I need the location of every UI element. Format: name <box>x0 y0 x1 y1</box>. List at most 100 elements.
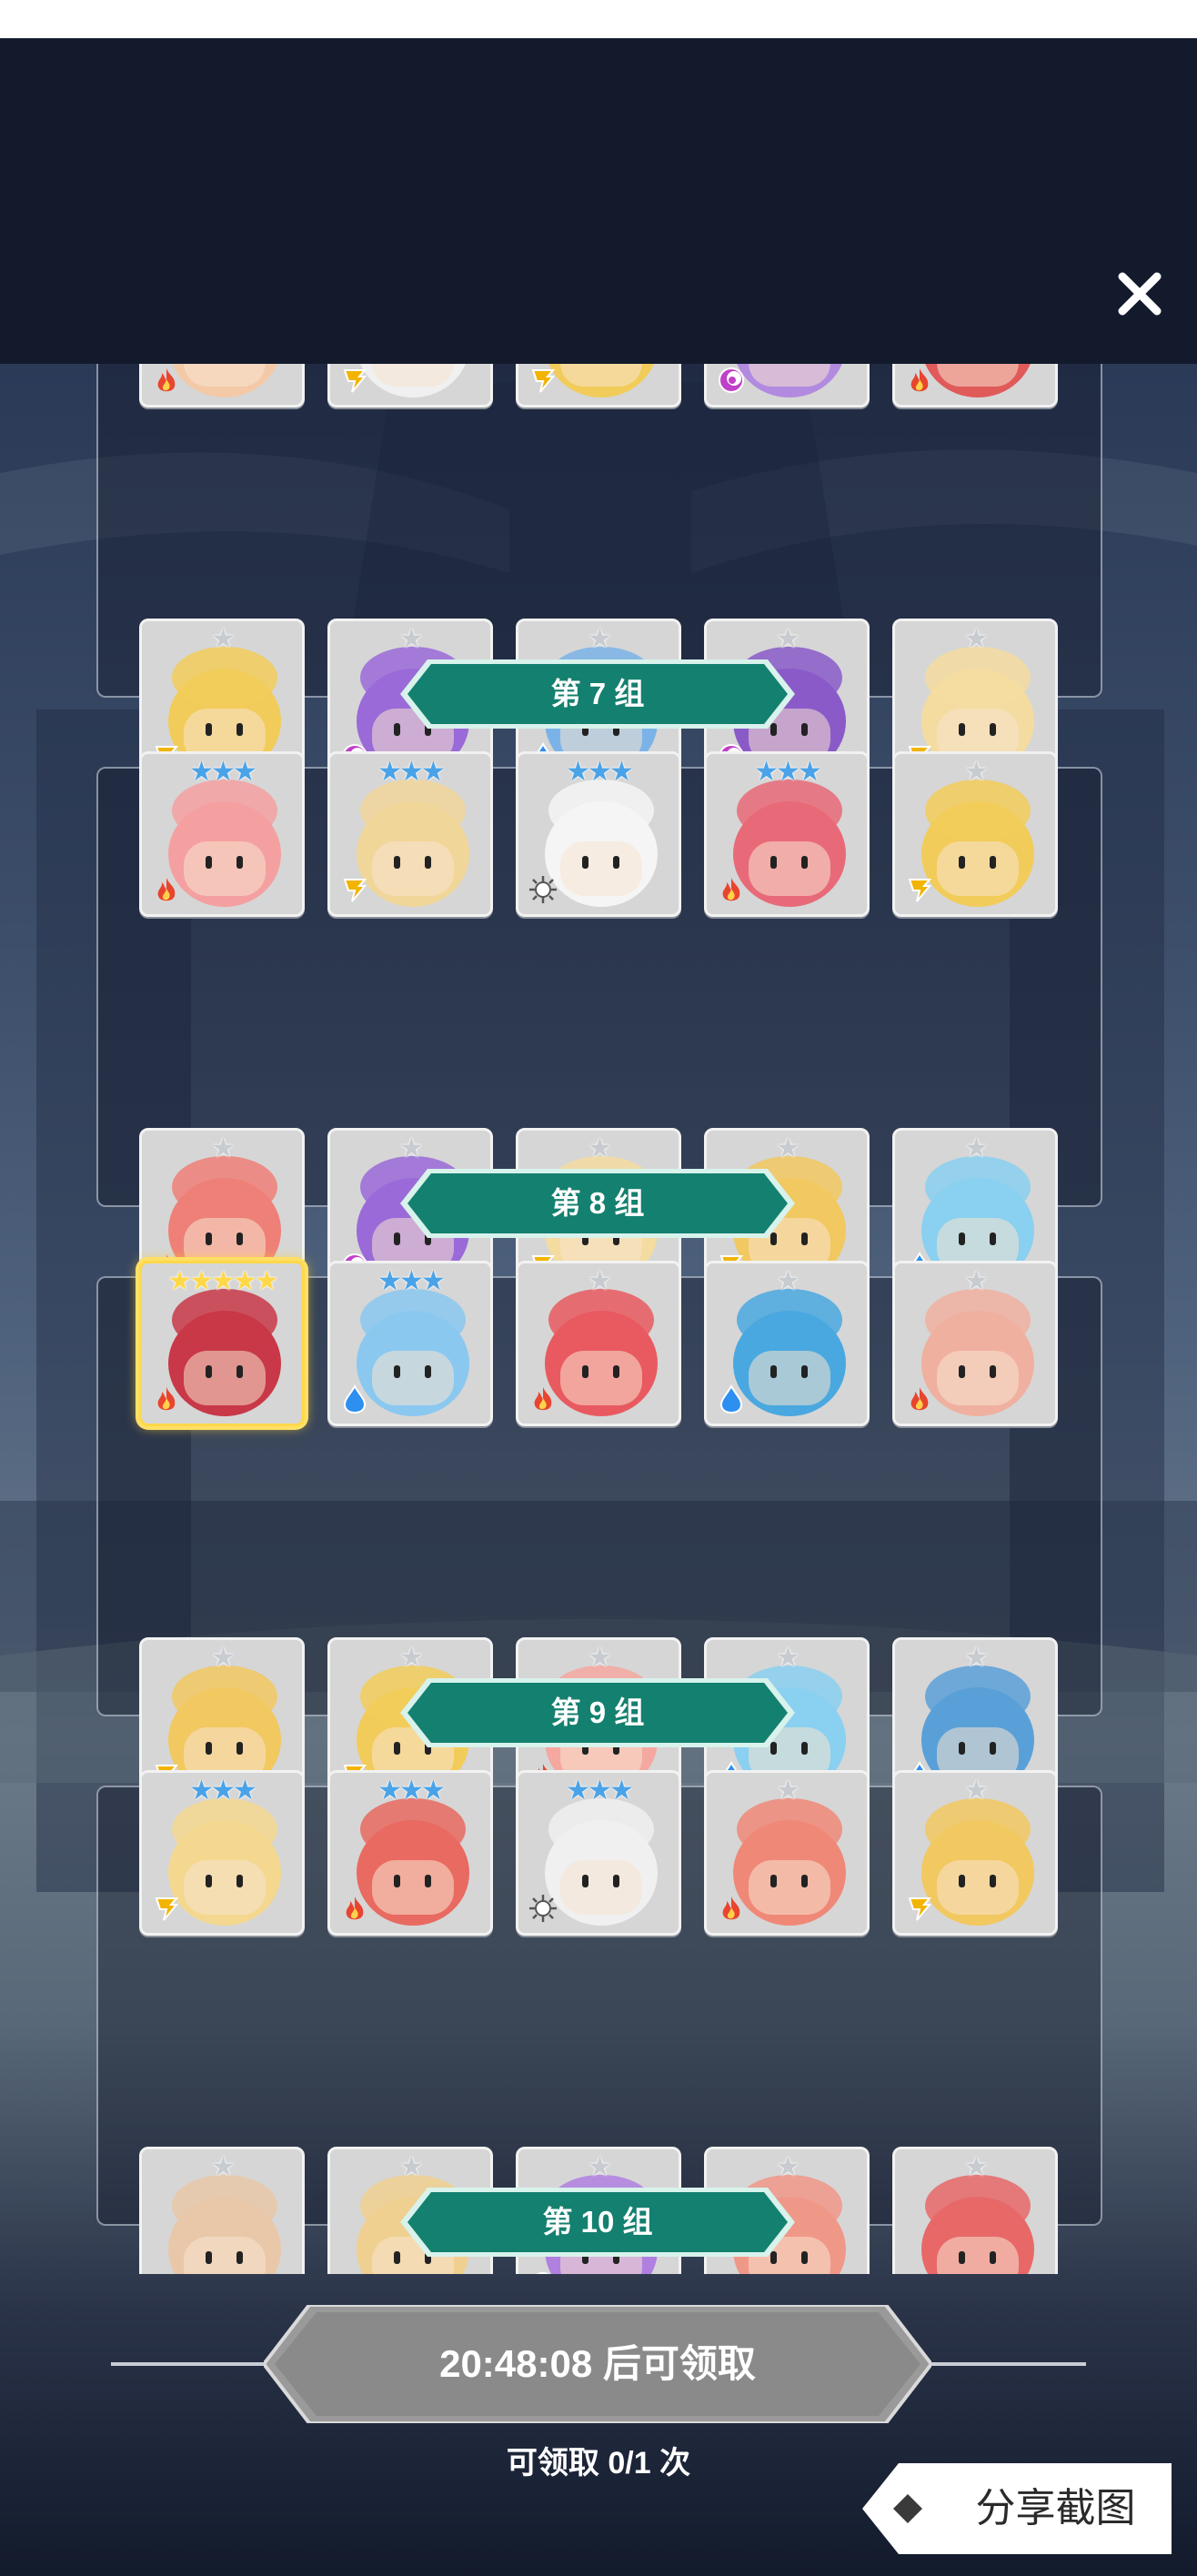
star-rating: ★★★ <box>377 1776 446 1806</box>
hero-card[interactable]: ★ <box>892 2147 1058 2274</box>
hero-card[interactable]: ★ <box>892 751 1058 917</box>
star-rating: ★ <box>399 624 424 654</box>
hero-card[interactable]: ★★★ <box>327 1770 493 1936</box>
star-rating: ★ <box>399 2152 424 2182</box>
hero-card[interactable]: ★ <box>516 1261 681 1426</box>
status-bar <box>0 0 1197 38</box>
fire-element-icon <box>151 365 182 396</box>
lightning-element-icon <box>904 1893 935 1924</box>
star-rating: ★★★ <box>754 757 822 787</box>
star-rating: ★ <box>588 1133 612 1163</box>
close-icon <box>1118 272 1162 316</box>
fire-element-icon <box>528 1384 558 1414</box>
star-rating: ★ <box>964 1776 989 1806</box>
lightning-element-icon <box>528 365 558 396</box>
star-rating: ★ <box>964 624 989 654</box>
star-rating: ★ <box>964 1643 989 1673</box>
close-button[interactable] <box>1108 262 1172 326</box>
hero-card[interactable]: ★★★ <box>139 1770 305 1936</box>
star-rating: ★★★ <box>189 1776 257 1806</box>
hero-card[interactable]: ★★★ <box>139 751 305 917</box>
star-rating: ★ <box>776 1133 800 1163</box>
hero-card[interactable] <box>139 364 305 408</box>
share-button-label: 分享截图 <box>975 2486 1136 2531</box>
hero-card[interactable] <box>892 364 1058 408</box>
hero-card[interactable]: ★★★ <box>327 751 493 917</box>
star-rating: ★ <box>211 1643 236 1673</box>
fire-element-icon <box>151 874 182 905</box>
star-rating: ★ <box>211 2152 236 2182</box>
star-rating: ★ <box>776 1776 800 1806</box>
star-rating: ★ <box>776 1266 800 1296</box>
fire-element-icon <box>716 2269 747 2274</box>
lightning-element-icon <box>339 874 370 905</box>
lightning-element-icon <box>151 1893 182 1924</box>
hero-card[interactable] <box>704 364 870 408</box>
hero-card[interactable]: ★★★ <box>516 1770 681 1936</box>
group-label-text: 第 10 组 <box>542 2205 653 2239</box>
star-rating: ★★★ <box>189 757 257 787</box>
star-rating: ★ <box>776 2152 800 2182</box>
water-element-icon <box>339 1384 370 1414</box>
hero-card[interactable]: ★★★ <box>704 751 870 917</box>
star-rating: ★ <box>211 624 236 654</box>
lightning-element-icon <box>339 2269 370 2274</box>
star-rating: ★ <box>776 624 800 654</box>
water-element-icon <box>716 1384 747 1414</box>
star-rating: ★ <box>964 1133 989 1163</box>
fire-element-icon <box>904 2269 935 2274</box>
hero-card[interactable]: ★ <box>704 1261 870 1426</box>
light-element-icon <box>528 1893 558 1924</box>
star-rating: ★ <box>211 1133 236 1163</box>
claim-button[interactable]: 20:48:08 后可领取 <box>264 2305 931 2423</box>
fire-element-icon <box>151 1384 182 1414</box>
divider-line-right <box>920 2362 1086 2366</box>
lightning-element-icon <box>339 365 370 396</box>
hero-card[interactable] <box>327 364 493 408</box>
hero-card[interactable]: ★ <box>139 2147 305 2274</box>
group-label: 第 8 组 <box>400 1169 795 1238</box>
group-label-text: 第 8 组 <box>550 1186 645 1220</box>
hero-card[interactable]: ★★★ <box>516 751 681 917</box>
hero-card[interactable]: ★★★ <box>327 1261 493 1426</box>
star-rating: ★★★ <box>566 757 634 787</box>
claim-button-label: 20:48:08 后可领取 <box>439 2342 756 2385</box>
star-rating: ★ <box>588 624 612 654</box>
group-list[interactable]: ★ ★ ★ ★ ★ 第 7 组 ★★★ ★★★ ★★★ ★★★ ★ ★ ★ ★ ★ ★ 第 8 组 ★★★★★ ★★… <box>0 364 1197 2274</box>
star-rating: ★ <box>964 2152 989 2182</box>
hero-card[interactable]: ★★★★★ <box>139 1261 305 1426</box>
group-label-text: 第 9 组 <box>550 1696 645 1729</box>
star-rating: ★ <box>399 1133 424 1163</box>
star-rating: ★★★ <box>377 1266 446 1296</box>
dark-element-icon <box>528 2269 558 2274</box>
fire-element-icon <box>716 1893 747 1924</box>
lightning-element-icon <box>151 2269 182 2274</box>
hero-card[interactable]: ★ <box>704 1770 870 1936</box>
fire-element-icon <box>904 365 935 396</box>
star-rating: ★ <box>588 2152 612 2182</box>
fire-element-icon <box>339 1893 370 1924</box>
share-screenshot-button[interactable]: 分享截图 <box>862 2463 1172 2554</box>
group-label: 第 10 组 <box>400 2188 795 2257</box>
star-rating: ★ <box>776 1643 800 1673</box>
star-rating: ★★★ <box>377 757 446 787</box>
modal-header-area <box>0 38 1197 366</box>
star-rating: ★ <box>588 1643 612 1673</box>
dark-element-icon <box>716 365 747 396</box>
hero-card[interactable]: ★ <box>892 1770 1058 1936</box>
hero-card[interactable] <box>516 364 681 408</box>
star-rating: ★ <box>588 1266 612 1296</box>
hero-card[interactable]: ★ <box>892 1261 1058 1426</box>
lightning-element-icon <box>904 874 935 905</box>
fire-element-icon <box>904 1384 935 1414</box>
star-rating: ★ <box>399 1643 424 1673</box>
divider-line-left <box>111 2362 275 2366</box>
group-label: 第 9 组 <box>400 1678 795 1747</box>
star-rating: ★ <box>964 1266 989 1296</box>
group-label: 第 7 组 <box>400 659 795 729</box>
fire-element-icon <box>716 874 747 905</box>
star-rating: ★★★ <box>566 1776 634 1806</box>
star-rating: ★ <box>964 757 989 787</box>
star-rating: ★★★★★ <box>167 1266 278 1296</box>
group-label-text: 第 7 组 <box>550 677 645 710</box>
